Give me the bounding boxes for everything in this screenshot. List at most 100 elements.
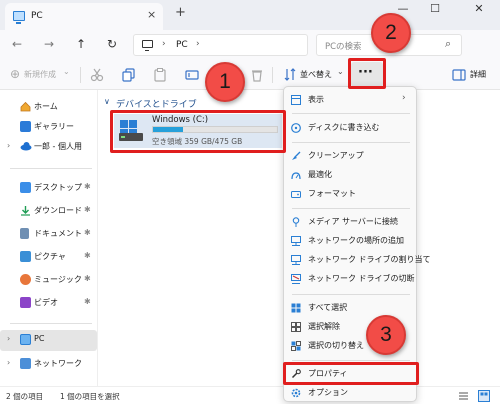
expand-chevron-icon[interactable]: › xyxy=(7,358,10,367)
sidebar-item-network[interactable]: › ネットワーク xyxy=(0,354,97,374)
menu-item-connect-media[interactable]: メディア サーバーに接続 xyxy=(284,212,418,232)
maximize-icon[interactable]: ☐ xyxy=(420,2,450,15)
new-button[interactable]: 新規作成 xyxy=(24,69,56,80)
sidebar-item-label: デスクトップ xyxy=(34,183,82,192)
menu-item-cleanup[interactable]: クリーンアップ xyxy=(284,146,418,166)
menu-item-label: 表示 xyxy=(308,95,324,104)
pin-icon: ✱ xyxy=(84,182,91,191)
pc-icon xyxy=(20,334,31,345)
menu-divider xyxy=(292,294,410,295)
menu-item-label: メディア サーバーに接続 xyxy=(308,217,398,226)
sidebar-divider xyxy=(10,323,92,324)
menu-item-map-drive[interactable]: ネットワーク ドライブの割り当て xyxy=(284,250,431,270)
menu-item-burn[interactable]: ディスクに書き込む xyxy=(284,118,418,138)
submenu-arrow-icon: › xyxy=(402,93,406,103)
search-placeholder: PCの検索 xyxy=(325,42,362,52)
breadcrumb-separator[interactable]: › xyxy=(196,39,200,49)
menu-item-optimize[interactable]: 最適化 xyxy=(284,165,418,185)
sidebar-item-pictures[interactable]: ピクチャ ✱ xyxy=(0,247,97,267)
new-tab-icon[interactable]: + xyxy=(175,5,186,20)
sidebar-item-pc[interactable]: › PC xyxy=(0,330,97,351)
monitor-icon xyxy=(142,40,153,51)
menu-item-label: ネットワークの場所の追加 xyxy=(308,236,404,245)
download-icon xyxy=(20,205,31,216)
delete-icon[interactable] xyxy=(250,68,264,82)
pin-icon: ✱ xyxy=(84,228,91,237)
menu-divider xyxy=(292,113,410,114)
tiles-view-icon[interactable] xyxy=(478,390,490,402)
annotation-highlight-properties xyxy=(283,362,419,385)
menu-item-label: 選択解除 xyxy=(308,322,340,331)
sidebar-item-documents[interactable]: ドキュメント ✱ xyxy=(0,224,97,244)
broom-icon xyxy=(292,151,301,160)
refresh-icon[interactable]: ↻ xyxy=(107,37,117,51)
pin-icon: ✱ xyxy=(84,297,91,306)
sidebar-item-label: 一郎 - 個人用 xyxy=(34,142,82,151)
tab-pc[interactable]: PC × xyxy=(5,3,163,30)
step-badge-3: 3 xyxy=(366,315,406,355)
sidebar-item-label: ビデオ xyxy=(34,298,58,307)
paste-icon[interactable] xyxy=(153,68,167,82)
menu-item-format[interactable]: フォーマット xyxy=(284,184,418,204)
menu-item-view[interactable]: 表示 › xyxy=(284,90,418,110)
optimize-icon xyxy=(291,172,301,180)
cut-icon[interactable] xyxy=(90,68,104,82)
sidebar-item-downloads[interactable]: ダウンロード ✱ xyxy=(0,201,97,221)
network-location-icon xyxy=(291,236,301,246)
expand-chevron-icon[interactable]: › xyxy=(7,141,10,150)
back-icon[interactable]: ← xyxy=(12,37,22,51)
expand-chevron-icon[interactable]: › xyxy=(7,334,10,343)
annotation-highlight-drive xyxy=(110,110,286,153)
sidebar-item-videos[interactable]: ビデオ ✱ xyxy=(0,293,97,313)
menu-item-label: 選択の切り替え xyxy=(308,341,364,350)
tab-close-icon[interactable]: × xyxy=(147,8,156,21)
sidebar-item-label: PC xyxy=(34,334,45,343)
up-icon[interactable]: ↑ xyxy=(76,37,86,51)
sidebar-item-label: ホーム xyxy=(34,102,58,111)
address-bar[interactable]: › PC › xyxy=(133,34,308,56)
step-badge-1: 1 xyxy=(205,62,245,102)
menu-item-disconnect-drive[interactable]: ネットワーク ドライブの切断 xyxy=(284,269,418,289)
sidebar-item-onedrive[interactable]: › 一郎 - 個人用 xyxy=(0,137,97,157)
forward-icon[interactable]: → xyxy=(44,37,54,51)
disconnect-drive-icon xyxy=(291,274,301,284)
sidebar-item-desktop[interactable]: デスクトップ ✱ xyxy=(0,178,97,198)
group-collapse-icon[interactable]: ∨ xyxy=(104,97,110,106)
details-view-icon[interactable] xyxy=(458,391,469,401)
cloud-icon xyxy=(20,141,32,152)
command-bar: ⊕ 新規作成 ⌄ 並べ替え ⌄ ··· 詳細 xyxy=(0,60,500,90)
menu-item-label: ネットワーク ドライブの切断 xyxy=(308,274,415,283)
chevron-down-icon: ⌄ xyxy=(63,67,70,76)
sidebar-item-label: ギャラリー xyxy=(34,122,74,131)
close-icon[interactable]: ✕ xyxy=(464,2,494,15)
sidebar-divider xyxy=(10,168,92,169)
menu-divider xyxy=(292,208,410,209)
sidebar-item-music[interactable]: ミュージック ✱ xyxy=(0,270,97,290)
annotation-highlight-more xyxy=(348,58,386,89)
breadcrumb-pc[interactable]: PC xyxy=(176,40,188,50)
menu-item-options[interactable]: オプション xyxy=(284,383,418,403)
search-icon: ⌕ xyxy=(445,37,452,50)
menu-item-add-network-location[interactable]: ネットワークの場所の追加 xyxy=(284,231,418,251)
menu-item-label: すべて選択 xyxy=(308,303,348,312)
pin-icon: ✱ xyxy=(84,274,91,283)
music-icon xyxy=(20,274,31,285)
toolbar-divider xyxy=(272,67,273,83)
sidebar-item-home[interactable]: ホーム xyxy=(0,97,97,117)
chevron-down-icon: ⌄ xyxy=(337,67,344,76)
pin-icon: ✱ xyxy=(84,251,91,260)
sort-button[interactable]: 並べ替え xyxy=(300,69,332,80)
sidebar-item-gallery[interactable]: ギャラリー xyxy=(0,117,97,137)
details-button[interactable]: 詳細 xyxy=(470,69,486,80)
select-none-icon xyxy=(291,322,301,332)
sidebar-item-label: ドキュメント xyxy=(34,229,82,238)
menu-item-select-all[interactable]: すべて選択 xyxy=(284,298,418,318)
menu-item-label: クリーンアップ xyxy=(308,151,364,160)
invert-selection-icon xyxy=(291,341,301,351)
rename-icon[interactable] xyxy=(185,68,199,82)
disc-icon xyxy=(291,123,301,133)
menu-item-label: フォーマット xyxy=(308,189,356,198)
copy-icon[interactable] xyxy=(122,68,136,82)
status-selection: 1 個の項目を選択 xyxy=(60,392,120,401)
sidebar-item-label: ピクチャ xyxy=(34,252,66,261)
